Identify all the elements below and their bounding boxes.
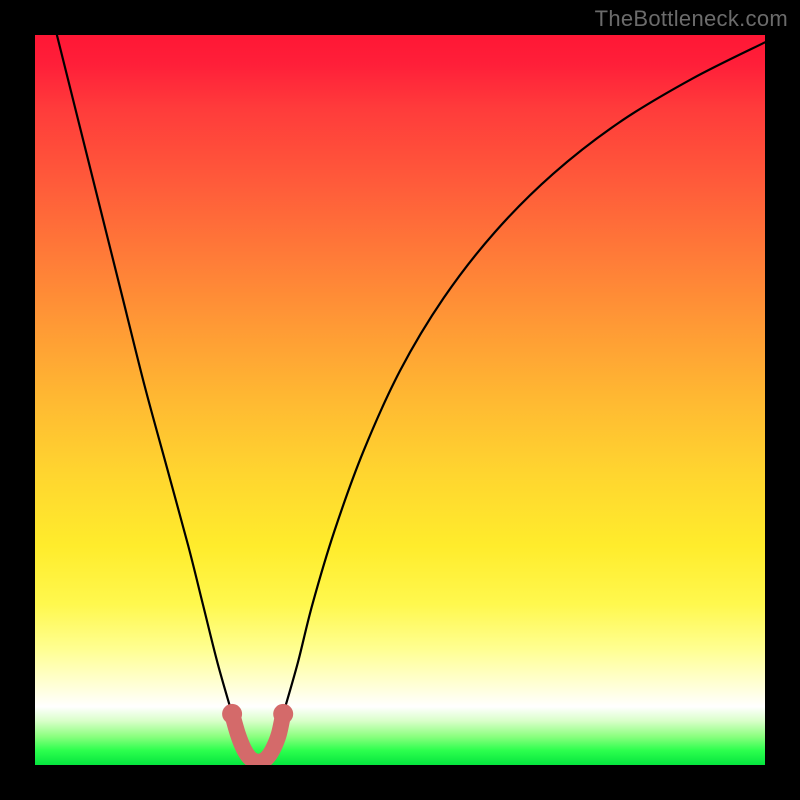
watermark-text: TheBottleneck.com [595, 6, 788, 32]
chart-svg [35, 35, 765, 765]
marker-dot [222, 704, 242, 724]
marker-dot [273, 704, 293, 724]
outer-frame: TheBottleneck.com [0, 0, 800, 800]
marker-band-path [232, 714, 283, 762]
marker-band [222, 704, 293, 762]
bottleneck-curve [57, 35, 765, 762]
plot-area [35, 35, 765, 765]
